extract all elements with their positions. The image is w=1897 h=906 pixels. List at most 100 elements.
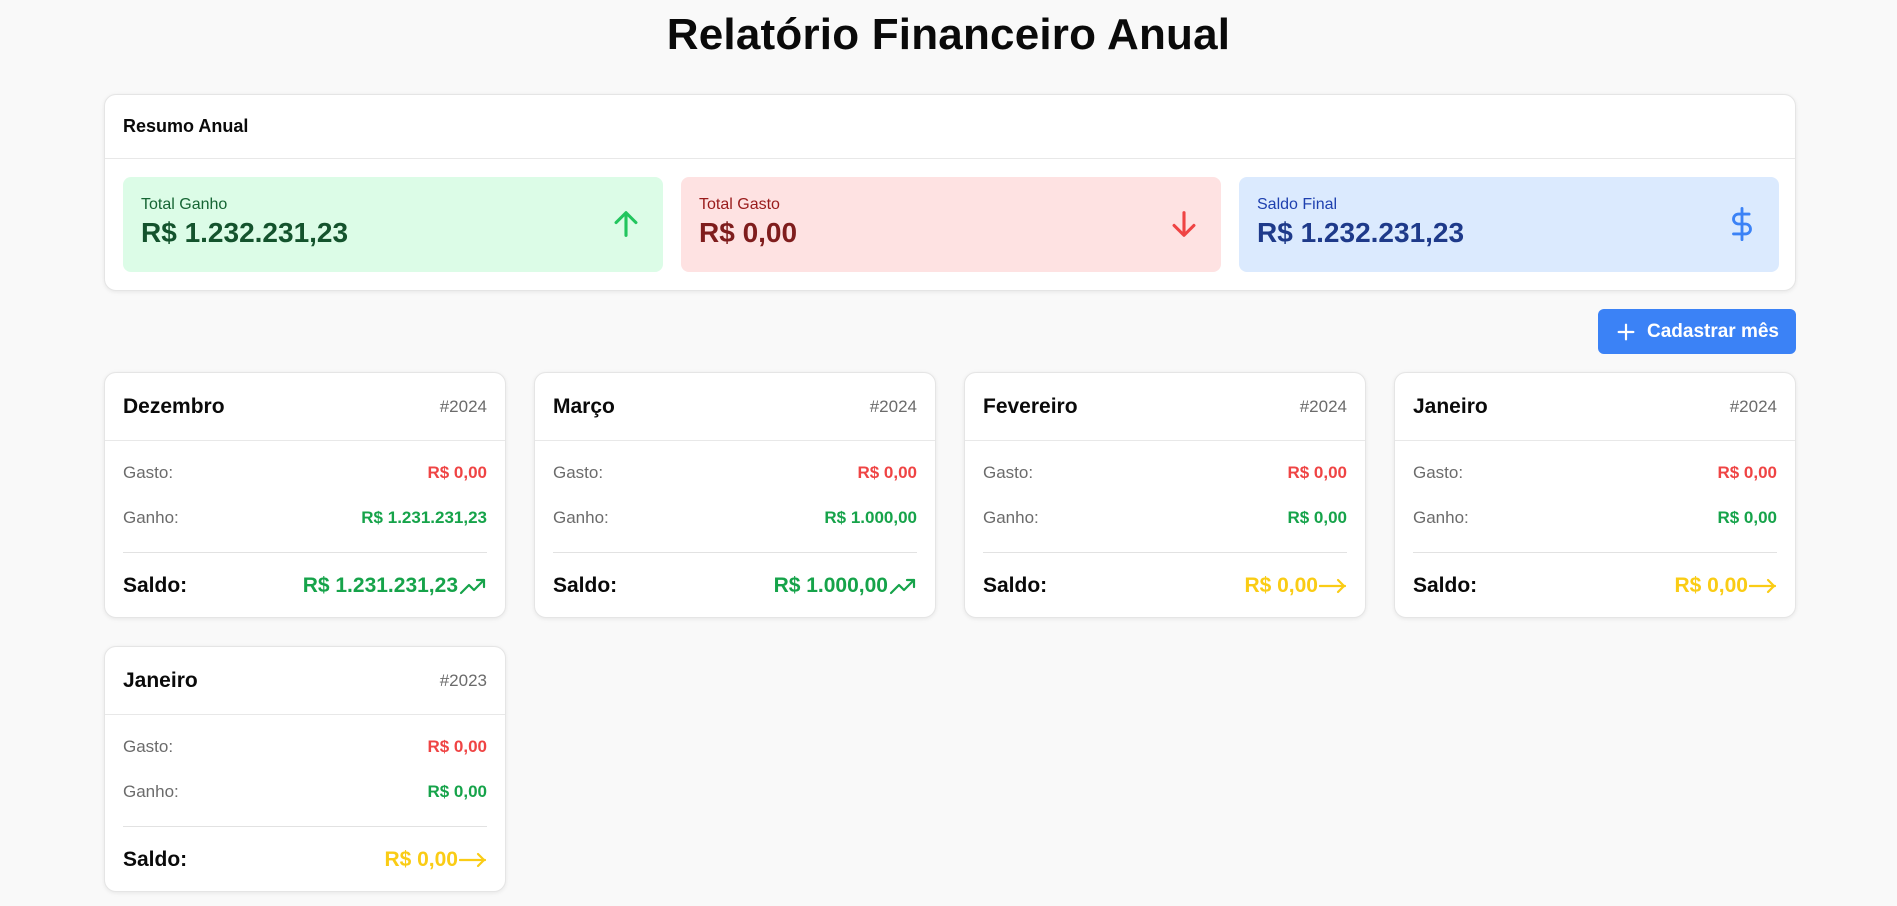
divider	[553, 552, 917, 553]
total-earned-stat: Total Ganho R$ 1.232.231,23	[123, 177, 663, 272]
balance-label: Saldo:	[983, 574, 1048, 597]
dollar-icon	[1725, 207, 1759, 241]
add-month-label: Cadastrar mês	[1646, 320, 1780, 342]
month-year: #2024	[439, 396, 487, 416]
month-year: #2023	[439, 670, 487, 690]
final-balance-value: R$ 1.232.231,23	[1257, 217, 1465, 248]
earned-label: Ganho:	[123, 782, 179, 801]
divider	[123, 826, 487, 827]
annual-summary-title: Resumo Anual	[105, 95, 1795, 159]
balance-row: Saldo: R$ 1.000,00	[553, 574, 917, 598]
divider	[1413, 552, 1777, 553]
month-card-header: Janeiro #2023	[105, 647, 505, 715]
earned-row: Ganho: R$ 0,00	[1413, 508, 1777, 528]
earned-label: Ganho:	[983, 508, 1039, 527]
spent-value: R$ 0,00	[427, 463, 487, 482]
balance-value-wrap: R$ 0,00	[1244, 574, 1347, 598]
spent-row: Gasto: R$ 0,00	[1413, 463, 1777, 483]
month-name: Fevereiro	[983, 394, 1078, 418]
trending-up-icon	[458, 575, 487, 597]
divider	[983, 552, 1347, 553]
total-spent-label: Total Gasto	[699, 196, 780, 213]
month-card-header: Dezembro #2024	[105, 373, 505, 441]
spent-value: R$ 0,00	[1717, 463, 1777, 482]
total-earned-label: Total Ganho	[141, 196, 228, 213]
month-card-header: Fevereiro #2024	[965, 373, 1365, 441]
month-card-body: Gasto: R$ 0,00 Ganho: R$ 0,00 Saldo: R$ …	[965, 463, 1365, 598]
earned-value: R$ 1.000,00	[824, 508, 917, 527]
earned-row: Ganho: R$ 1.231.231,23	[123, 508, 487, 528]
spent-row: Gasto: R$ 0,00	[123, 463, 487, 483]
month-card-body: Gasto: R$ 0,00 Ganho: R$ 0,00 Saldo: R$ …	[1395, 463, 1795, 598]
spent-label: Gasto:	[123, 737, 174, 756]
balance-row: Saldo: R$ 0,00	[123, 848, 487, 872]
page-title: Relatório Financeiro Anual	[666, 10, 1231, 59]
summary-stats: Total Ganho R$ 1.232.231,23 Total Gasto …	[123, 177, 1779, 272]
spent-label: Gasto:	[553, 463, 604, 482]
month-card-body: Gasto: R$ 0,00 Ganho: R$ 1.000,00 Saldo:…	[535, 463, 935, 598]
balance-row: Saldo: R$ 0,00	[1413, 574, 1777, 598]
divider	[123, 552, 487, 553]
balance-label: Saldo:	[553, 574, 618, 597]
spent-row: Gasto: R$ 0,00	[983, 463, 1347, 483]
spent-value: R$ 0,00	[857, 463, 917, 482]
balance-label: Saldo:	[123, 848, 188, 871]
earned-row: Ganho: R$ 0,00	[123, 782, 487, 802]
earned-value: R$ 0,00	[1717, 508, 1777, 527]
trending-up-icon	[888, 575, 917, 597]
balance-row: Saldo: R$ 0,00	[983, 574, 1347, 598]
month-card-4[interactable]: Janeiro #2023 Gasto: R$ 0,00 Ganho: R$ 0…	[104, 646, 506, 892]
arrow-right-icon	[1318, 575, 1347, 597]
earned-value: R$ 0,00	[1287, 508, 1347, 527]
balance-value: R$ 1.000,00	[773, 574, 888, 597]
earned-label: Ganho:	[1413, 508, 1469, 527]
balance-value: R$ 0,00	[384, 848, 458, 871]
add-month-button[interactable]: Cadastrar mês	[1598, 309, 1796, 354]
balance-label: Saldo:	[1413, 574, 1478, 597]
balance-value-wrap: R$ 0,00	[384, 848, 487, 872]
month-card-2[interactable]: Fevereiro #2024 Gasto: R$ 0,00 Ganho: R$…	[964, 372, 1366, 618]
balance-value-wrap: R$ 1.231.231,23	[303, 574, 487, 598]
annual-summary-card: Resumo Anual Total Ganho R$ 1.232.231,23…	[104, 94, 1796, 291]
spent-label: Gasto:	[123, 463, 174, 482]
month-card-body: Gasto: R$ 0,00 Ganho: R$ 0,00 Saldo: R$ …	[105, 737, 505, 872]
total-earned-value: R$ 1.232.231,23	[141, 217, 349, 248]
balance-row: Saldo: R$ 1.231.231,23	[123, 574, 487, 598]
total-spent-value: R$ 0,00	[699, 217, 798, 248]
spent-row: Gasto: R$ 0,00	[553, 463, 917, 483]
arrow-up-icon	[609, 207, 643, 241]
month-grid: Dezembro #2024 Gasto: R$ 0,00 Ganho: R$ …	[104, 372, 1796, 892]
total-spent-stat: Total Gasto R$ 0,00	[681, 177, 1221, 272]
month-card-0[interactable]: Dezembro #2024 Gasto: R$ 0,00 Ganho: R$ …	[104, 372, 506, 618]
spent-value: R$ 0,00	[1287, 463, 1347, 482]
arrow-right-icon	[458, 849, 487, 871]
earned-label: Ganho:	[553, 508, 609, 527]
spent-row: Gasto: R$ 0,00	[123, 737, 487, 757]
earned-value: R$ 1.231.231,23	[361, 508, 487, 527]
month-name: Dezembro	[123, 394, 225, 418]
month-card-body: Gasto: R$ 0,00 Ganho: R$ 1.231.231,23 Sa…	[105, 463, 505, 598]
final-balance-stat: Saldo Final R$ 1.232.231,23	[1239, 177, 1779, 272]
month-card-header: Janeiro #2024	[1395, 373, 1795, 441]
month-card-header: Março #2024	[535, 373, 935, 441]
arrow-down-icon	[1167, 207, 1201, 241]
month-card-1[interactable]: Março #2024 Gasto: R$ 0,00 Ganho: R$ 1.0…	[534, 372, 936, 618]
month-name: Janeiro	[1413, 394, 1488, 418]
final-balance-label: Saldo Final	[1257, 196, 1338, 213]
month-name: Janeiro	[123, 668, 198, 692]
balance-value: R$ 1.231.231,23	[302, 574, 458, 597]
earned-value: R$ 0,00	[427, 782, 487, 801]
month-card-3[interactable]: Janeiro #2024 Gasto: R$ 0,00 Ganho: R$ 0…	[1394, 372, 1796, 618]
month-year: #2024	[1299, 396, 1347, 416]
balance-value-wrap: R$ 0,00	[1674, 574, 1777, 598]
balance-value-wrap: R$ 1.000,00	[774, 574, 917, 598]
balance-label: Saldo:	[123, 574, 188, 597]
earned-row: Ganho: R$ 0,00	[983, 508, 1347, 528]
earned-label: Ganho:	[123, 508, 179, 527]
earned-row: Ganho: R$ 1.000,00	[553, 508, 917, 528]
spent-label: Gasto:	[1413, 463, 1464, 482]
month-year: #2024	[869, 396, 917, 416]
arrow-right-icon	[1748, 575, 1777, 597]
month-name: Março	[553, 394, 615, 418]
plus-icon	[1615, 321, 1637, 343]
